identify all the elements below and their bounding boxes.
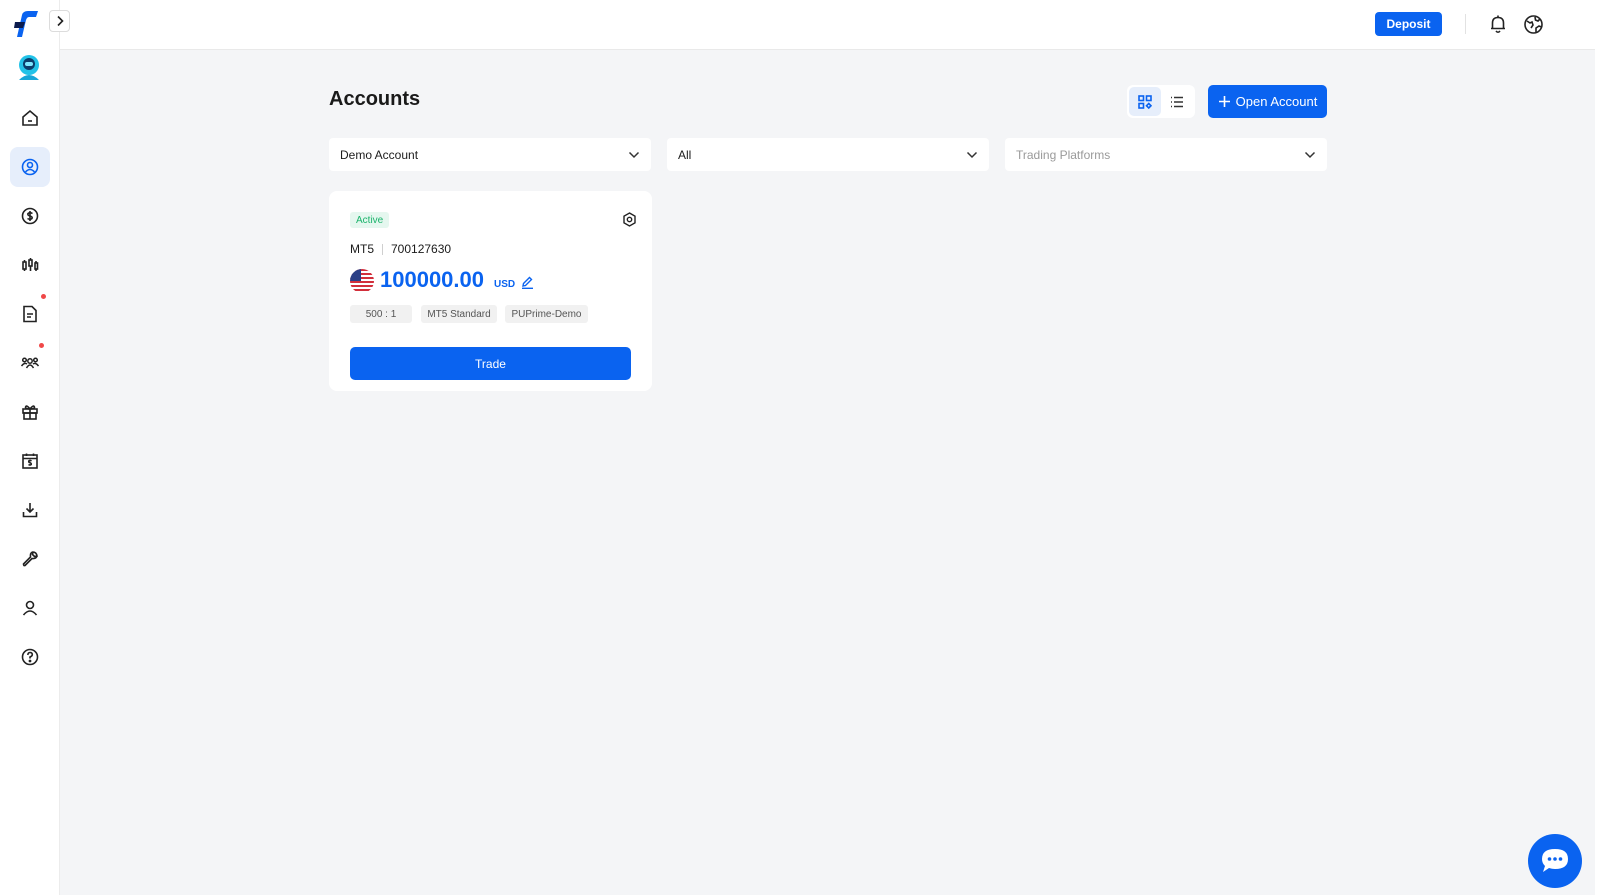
team-icon	[20, 357, 40, 369]
avatar[interactable]	[17, 54, 41, 80]
calendar-money-icon	[22, 453, 38, 469]
account-card: Active MT5 700127630 100000.00 USD 500 :…	[329, 191, 652, 391]
chevron-down-icon	[966, 151, 978, 158]
topbar: Deposit	[60, 0, 1600, 50]
account-identifier: MT5 700127630	[350, 242, 451, 256]
plus-icon	[1218, 96, 1230, 107]
trade-button[interactable]: Trade	[350, 347, 631, 380]
sidebar	[0, 0, 60, 895]
grid-view-button[interactable]	[1129, 87, 1161, 116]
trading-platform-placeholder: Trading Platforms	[1016, 147, 1111, 162]
list-icon	[1171, 96, 1183, 107]
sidebar-item-downloads[interactable]	[10, 490, 50, 530]
sidebar-item-documents[interactable]	[10, 294, 50, 334]
account-balance: 100000.00	[380, 267, 484, 292]
account-icon	[21, 158, 39, 176]
sidebar-item-tools[interactable]	[10, 539, 50, 579]
edit-pencil-icon[interactable]	[521, 276, 534, 289]
view-toggle	[1127, 85, 1195, 118]
account-type-tag: MT5 Standard	[421, 305, 497, 323]
sidebar-item-help[interactable]	[10, 637, 50, 677]
page-title: Accounts	[329, 88, 421, 110]
account-type-select[interactable]: Demo Account	[329, 138, 651, 171]
notification-dot	[41, 294, 46, 299]
account-number: 700127630	[391, 242, 452, 256]
document-icon	[23, 305, 37, 323]
wrench-icon	[22, 551, 38, 567]
us-flag-icon	[350, 269, 374, 293]
status-badge: Active	[350, 212, 390, 228]
sidebar-item-calendar[interactable]	[10, 441, 50, 481]
user-icon	[22, 600, 38, 616]
sidebar-item-accounts[interactable]	[10, 147, 50, 187]
account-status-value: All	[678, 147, 692, 162]
chevron-down-icon	[628, 151, 640, 158]
list-view-button[interactable]	[1161, 87, 1193, 116]
chevron-down-icon	[1304, 151, 1316, 158]
download-icon	[22, 503, 38, 518]
sidebar-item-team[interactable]	[10, 343, 50, 383]
separator	[382, 243, 383, 255]
gear-icon[interactable]	[622, 212, 637, 227]
sidebar-item-home[interactable]	[10, 98, 50, 138]
currency-label: USD	[494, 279, 516, 290]
open-account-button[interactable]: Open Account	[1208, 85, 1327, 118]
sidebar-item-promotions[interactable]	[10, 392, 50, 432]
chat-button[interactable]	[1528, 834, 1582, 888]
chevron-right-icon	[56, 15, 64, 27]
chat-bubble-icon	[1542, 849, 1568, 872]
account-type-value: Demo Account	[340, 147, 419, 162]
leverage-tag: 500 : 1	[350, 305, 412, 323]
trading-platform-select[interactable]: Trading Platforms	[1005, 138, 1327, 171]
language-globe-icon[interactable]	[1523, 14, 1544, 35]
sidebar-item-profile[interactable]	[10, 588, 50, 628]
open-account-label: Open Account	[1235, 94, 1318, 109]
chart-candles-icon	[22, 258, 39, 271]
expand-sidebar-button[interactable]	[49, 10, 70, 32]
sidebar-item-market[interactable]	[10, 245, 50, 285]
topbar-divider	[1465, 14, 1466, 34]
scrollbar[interactable]	[1595, 0, 1600, 895]
account-status-select[interactable]: All	[667, 138, 989, 171]
deposit-button[interactable]: Deposit	[1375, 12, 1442, 36]
server-tag: PUPrime-Demo	[505, 305, 588, 323]
logo-icon[interactable]	[12, 9, 40, 39]
home-icon	[22, 109, 38, 126]
dollar-icon	[21, 207, 39, 225]
bell-icon[interactable]	[1488, 14, 1508, 34]
gift-icon	[22, 405, 38, 420]
notification-dot	[39, 343, 44, 348]
help-icon	[21, 648, 39, 666]
sidebar-item-funds[interactable]	[10, 196, 50, 236]
grid-icon	[1138, 94, 1152, 109]
account-platform: MT5	[350, 242, 374, 256]
